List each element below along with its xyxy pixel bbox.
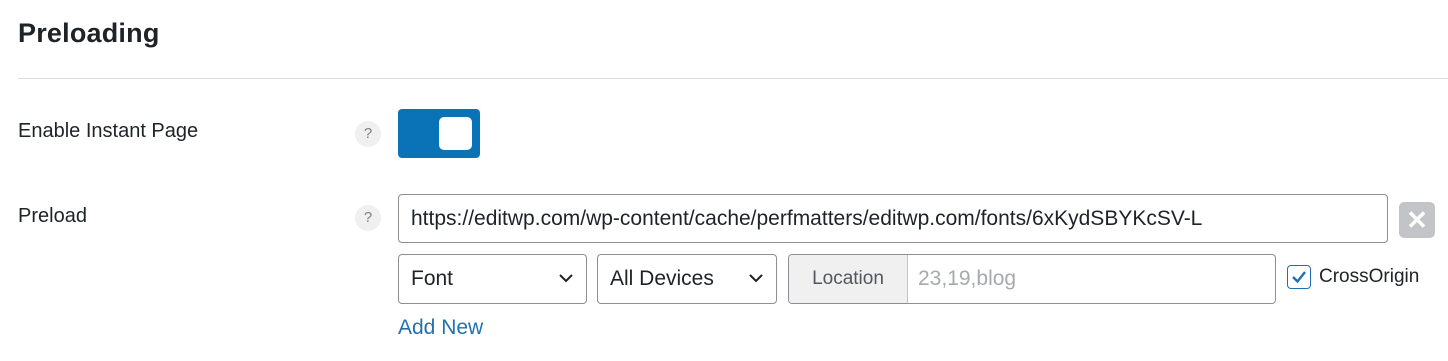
preload-url-input[interactable]: https://editwp.com/wp-content/cache/perf… <box>398 194 1388 243</box>
location-prefix: Location <box>789 255 908 303</box>
remove-preload-button[interactable]: ✕ <box>1399 202 1435 238</box>
crossorigin-checkbox[interactable] <box>1287 265 1311 289</box>
add-new-link[interactable]: Add New <box>398 316 483 340</box>
instant-page-help-icon[interactable]: ? <box>355 121 381 147</box>
preload-device-select[interactable]: All Devices <box>597 254 777 304</box>
instant-page-label: Enable Instant Page <box>18 120 199 142</box>
chevron-down-icon <box>558 255 574 284</box>
location-input[interactable] <box>908 255 1275 303</box>
preload-help-icon[interactable]: ? <box>355 205 381 231</box>
preload-device-value: All Devices <box>610 267 714 290</box>
preload-type-select[interactable]: Font <box>398 254 587 304</box>
instant-page-toggle[interactable] <box>398 109 480 158</box>
toggle-knob <box>439 117 472 150</box>
crossorigin-label: CrossOrigin <box>1319 266 1420 287</box>
preload-type-value: Font <box>411 267 454 290</box>
chevron-down-icon <box>748 255 764 284</box>
close-icon: ✕ <box>1406 205 1428 235</box>
checkmark-icon <box>1292 271 1306 284</box>
location-group: Location <box>788 254 1276 304</box>
divider <box>18 78 1448 79</box>
preload-label: Preload <box>18 205 87 227</box>
section-title: Preloading <box>18 18 160 48</box>
